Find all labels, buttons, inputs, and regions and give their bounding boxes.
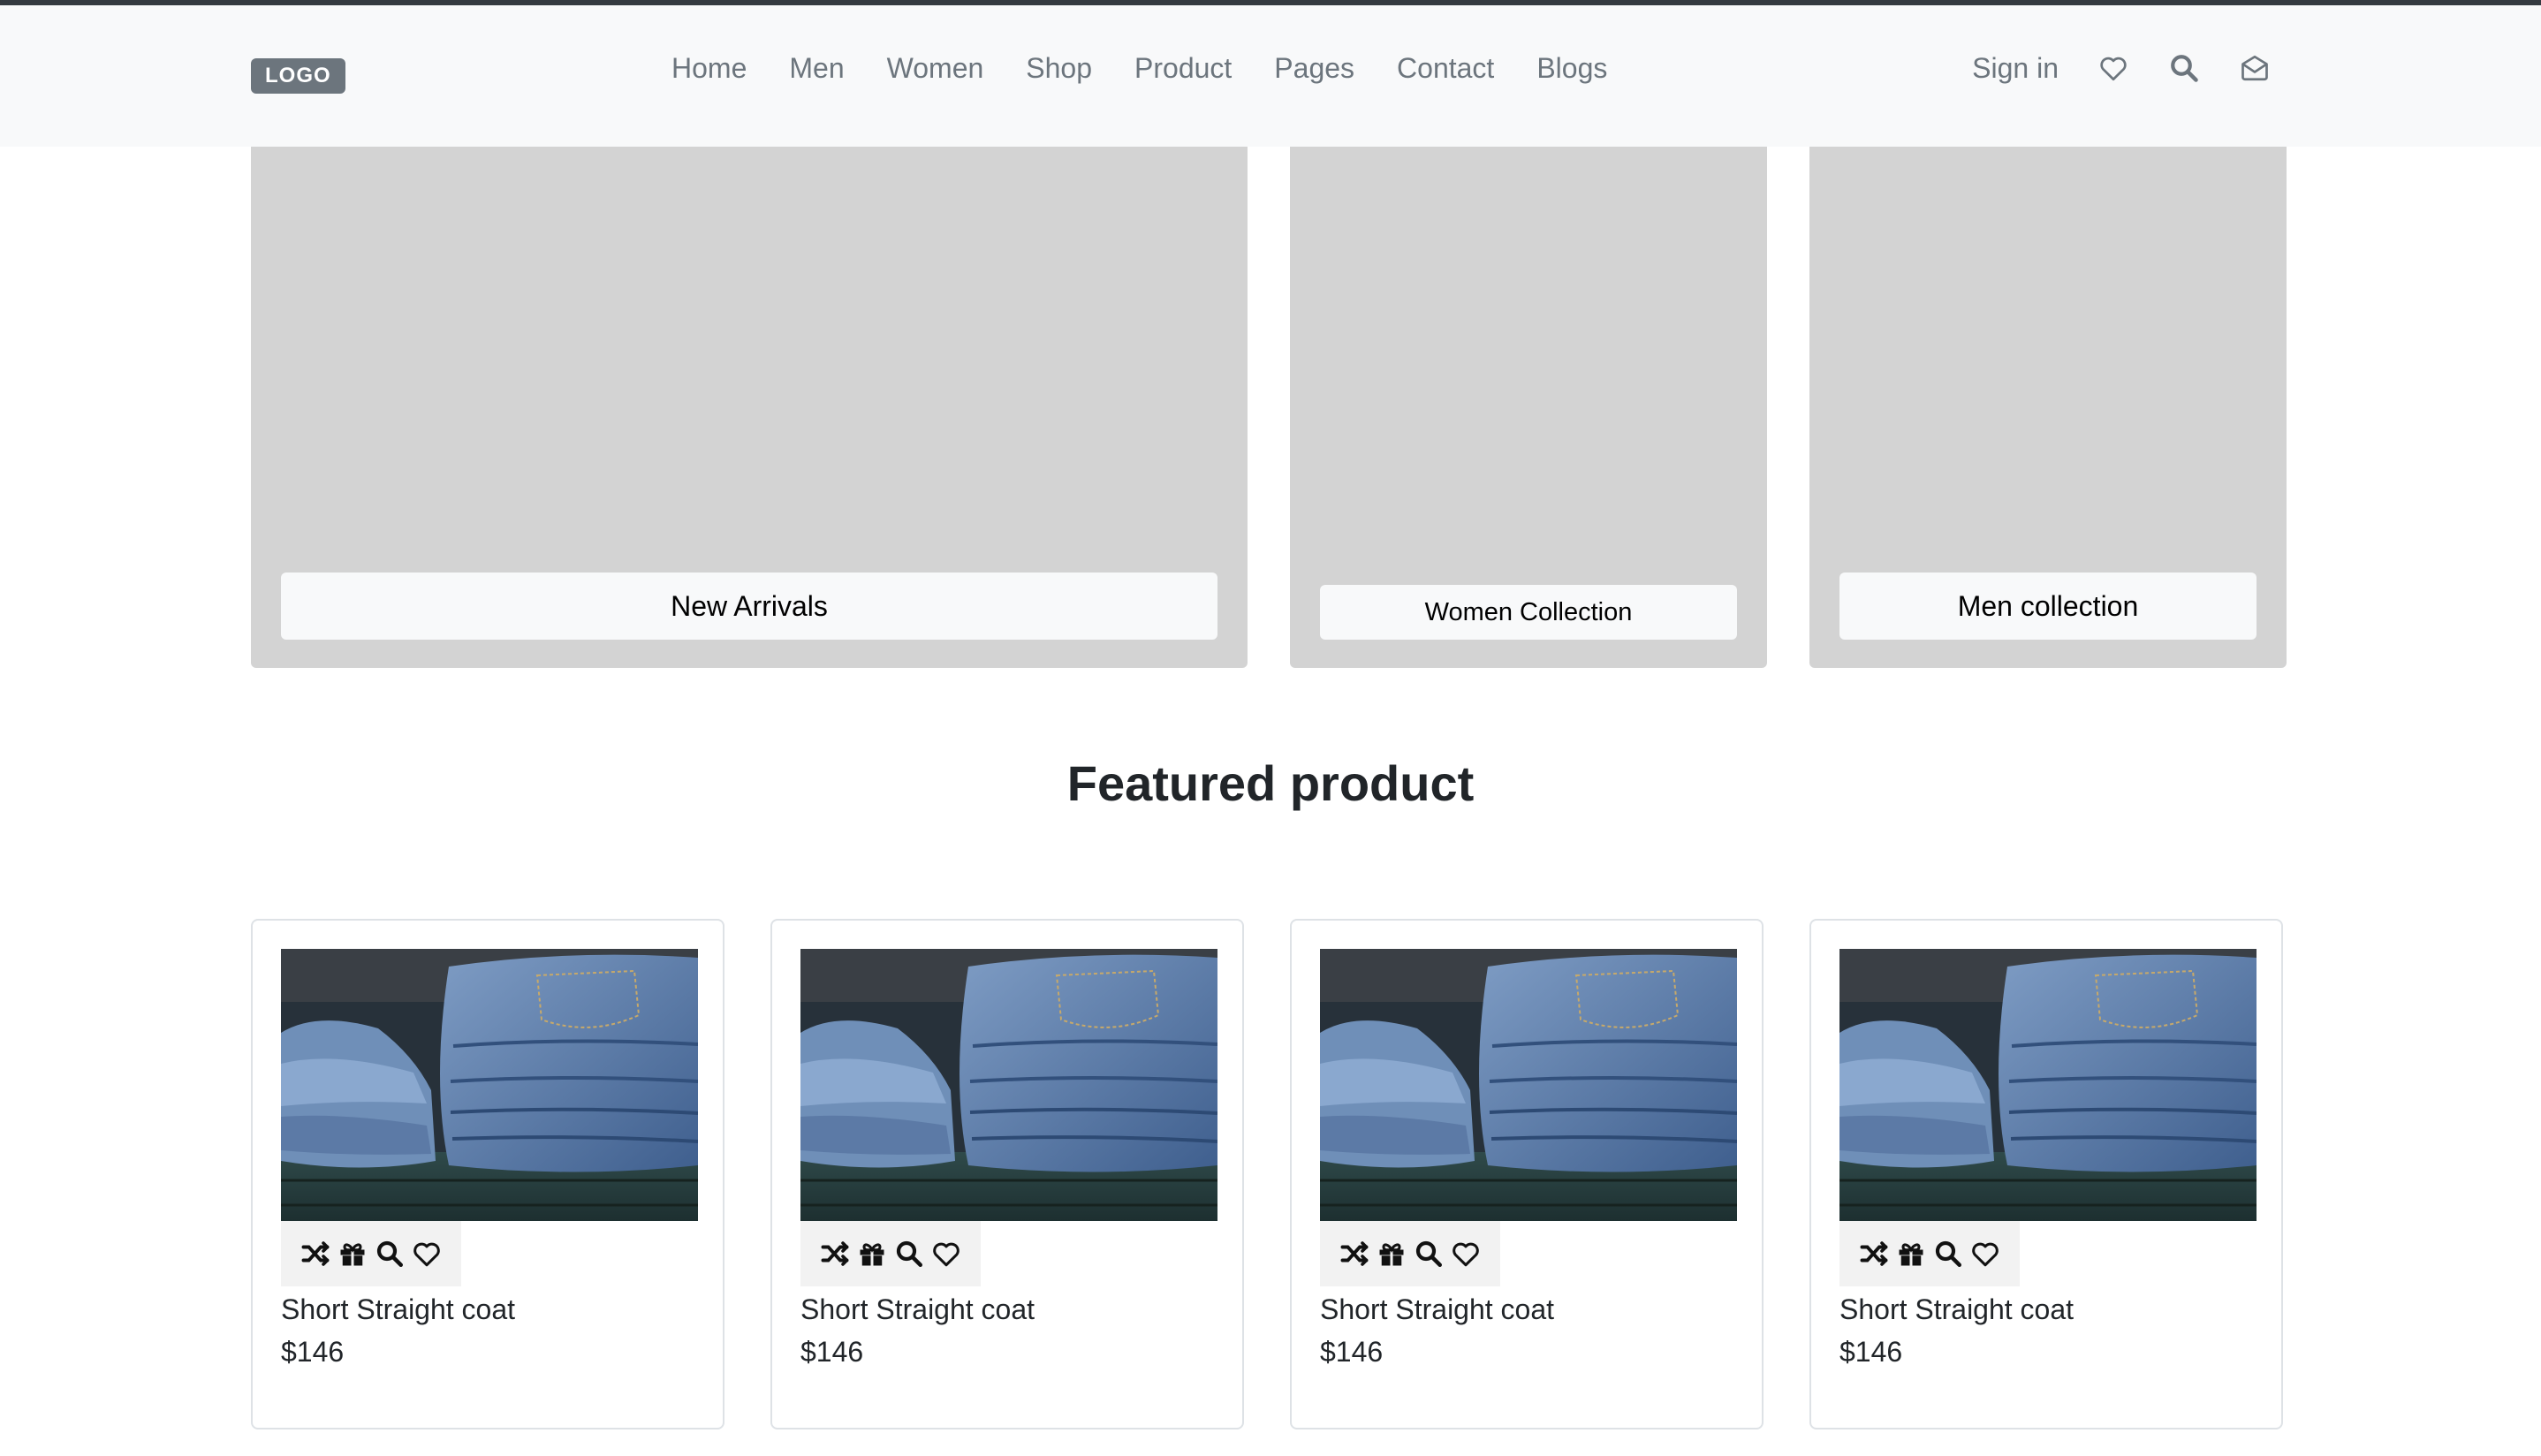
product-actions [1839,1221,2020,1286]
gift-icon[interactable] [856,1238,888,1270]
nav-links: Home Men Women Shop Product Pages Contac… [671,37,1628,99]
nav-link-women[interactable]: Women [866,37,1005,99]
nav-right: Sign in [1972,37,2271,99]
product-price: $146 [1839,1336,1903,1368]
product-actions [1320,1221,1500,1286]
product-price: $146 [281,1336,345,1368]
shuffle-icon[interactable] [819,1238,851,1270]
product-price: $146 [1320,1336,1384,1368]
navbar: LOGO Home Men Women Shop Product Pages C… [0,5,2541,147]
product-price: $146 [800,1336,864,1368]
heart-icon[interactable] [1969,1238,2001,1270]
product-actions [281,1221,461,1286]
banner-men-collection: Men collection [1809,147,2287,668]
men-collection-button[interactable]: Men collection [1839,573,2257,640]
logo[interactable]: LOGO [251,58,345,94]
product-image[interactable] [281,949,698,1221]
nav-link-men[interactable]: Men [768,37,865,99]
search-icon[interactable] [374,1238,406,1270]
nav-link-pages[interactable]: Pages [1253,37,1376,99]
search-icon[interactable] [2168,52,2200,84]
product-name[interactable]: Short Straight coat [281,1293,515,1326]
search-icon[interactable] [1932,1238,1964,1270]
banner-new-arrivals: New Arrivals [251,147,1248,668]
nav-link-product[interactable]: Product [1113,37,1253,99]
new-arrivals-button[interactable]: New Arrivals [281,573,1217,640]
product-name[interactable]: Short Straight coat [800,1293,1035,1326]
product-card: Short Straight coat $146 [251,919,724,1429]
nav-link-blogs[interactable]: Blogs [1515,37,1628,99]
gift-icon[interactable] [337,1238,368,1270]
women-collection-button[interactable]: Women Collection [1320,585,1737,640]
product-name[interactable]: Short Straight coat [1320,1293,1554,1326]
product-image[interactable] [800,949,1217,1221]
sign-in-link[interactable]: Sign in [1972,52,2059,85]
product-card: Short Straight coat $146 [1290,919,1764,1429]
product-image[interactable] [1320,949,1737,1221]
product-name[interactable]: Short Straight coat [1839,1293,2074,1326]
envelope-icon[interactable] [2239,52,2271,84]
nav-link-shop[interactable]: Shop [1005,37,1113,99]
search-icon[interactable] [893,1238,925,1270]
section-title: Featured product [1066,755,1475,811]
shuffle-icon[interactable] [300,1238,331,1270]
banner-women-collection: Women Collection [1290,147,1767,668]
product-card: Short Straight coat $146 [1809,919,2283,1429]
gift-icon[interactable] [1376,1238,1407,1270]
gift-icon[interactable] [1895,1238,1927,1270]
heart-icon[interactable] [411,1238,443,1270]
product-card: Short Straight coat $146 [770,919,1244,1429]
shuffle-icon[interactable] [1339,1238,1370,1270]
heart-icon[interactable] [1450,1238,1482,1270]
heart-icon[interactable] [930,1238,962,1270]
product-actions [800,1221,981,1286]
shuffle-icon[interactable] [1858,1238,1890,1270]
product-image[interactable] [1839,949,2257,1221]
search-icon[interactable] [1413,1238,1445,1270]
nav-link-home[interactable]: Home [671,37,768,99]
heart-icon[interactable] [2097,52,2129,84]
nav-link-contact[interactable]: Contact [1376,37,1515,99]
